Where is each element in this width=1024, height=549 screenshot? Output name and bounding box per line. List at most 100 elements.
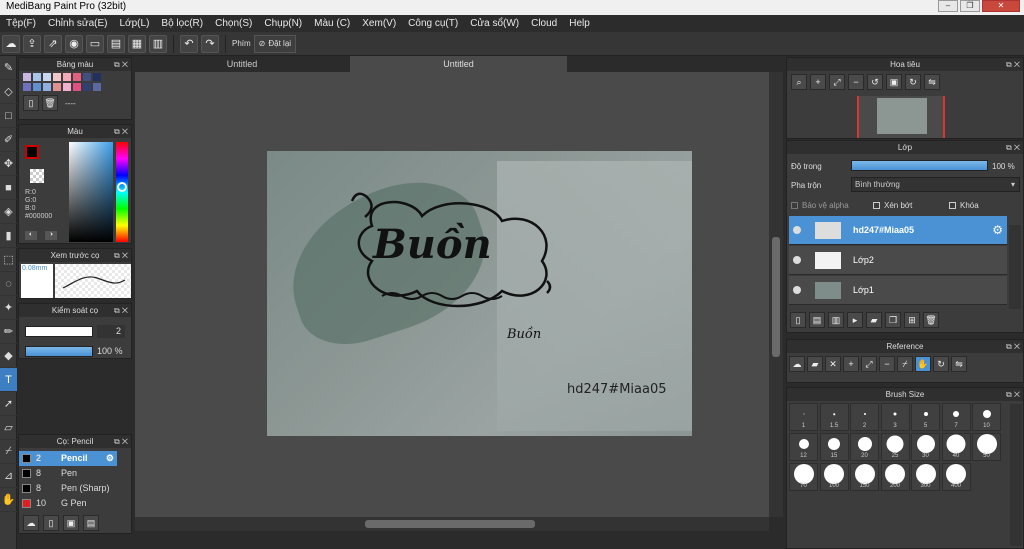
text-tool-icon[interactable]: T [0, 368, 17, 392]
fill-rect-tool-icon[interactable]: ■ [0, 176, 17, 200]
lock-checkbox[interactable] [949, 202, 956, 209]
hue-slider[interactable] [116, 142, 128, 242]
palette-swatch[interactable] [43, 73, 51, 81]
vertical-scroll-thumb[interactable] [772, 237, 780, 357]
palette-swatch[interactable] [33, 73, 41, 81]
protect-alpha-option[interactable]: Bảo vệ alpha [791, 201, 849, 210]
saturation-field[interactable] [69, 142, 113, 242]
new-folder-icon[interactable]: ▰ [866, 312, 882, 328]
brush-settings-icon[interactable]: ▤ [83, 515, 99, 531]
minimize-button[interactable]: – [938, 0, 958, 12]
palette-swatch[interactable] [63, 83, 71, 91]
zoom-out-icon[interactable]: − [879, 356, 895, 372]
menu-capture[interactable]: Chụp(N) [258, 18, 308, 29]
brush-item[interactable]: 2 Pencil ⚙ [19, 451, 117, 466]
brush-size-preset[interactable]: 2 [850, 403, 879, 431]
eyedropper-tool-icon[interactable]: ⌿ [0, 440, 17, 464]
gear-icon[interactable]: ⚙ [106, 451, 114, 466]
menu-window[interactable]: Cửa sổ(W) [464, 18, 525, 29]
menu-layer[interactable]: Lớp(L) [114, 18, 156, 29]
operation-tool-icon[interactable]: ➚ [0, 392, 17, 416]
fit-icon[interactable]: ⤢ [829, 74, 845, 90]
protect-alpha-checkbox[interactable] [791, 202, 798, 209]
panel-close-icon[interactable]: ⧉ ✕ [114, 125, 128, 138]
brush-size-preset[interactable]: 200 [880, 463, 910, 491]
hand-icon[interactable]: ✋ [915, 356, 931, 372]
cloud-reference-icon[interactable]: ☁ [789, 356, 805, 372]
undo-icon[interactable]: ↶ [180, 34, 198, 53]
layer-row[interactable]: Lớp2 [789, 246, 1007, 275]
zoom-out-icon[interactable]: − [848, 74, 864, 90]
move-tool-icon[interactable]: ✥ [0, 152, 17, 176]
palette-swatch[interactable] [23, 83, 31, 91]
brush-size-preset[interactable]: 100 [819, 463, 849, 491]
palette-swatch[interactable] [93, 83, 101, 91]
lasso-tool-icon[interactable]: ◌ [0, 272, 17, 296]
close-button[interactable]: ✕ [982, 0, 1020, 12]
new-swatch-icon[interactable]: ▯ [23, 95, 39, 111]
comment-icon[interactable]: ▭ [86, 34, 104, 53]
panel-close-icon[interactable]: ⧉ ✕ [114, 435, 128, 448]
menu-edit[interactable]: Chỉnh sửa(E) [42, 18, 114, 29]
rotate-left-icon[interactable]: ↺ [867, 74, 883, 90]
hand-tool-icon[interactable]: ✋ [0, 488, 17, 512]
brush-size-preset[interactable]: 3 [880, 403, 910, 431]
brush-size-value[interactable]: 2 [97, 325, 125, 338]
merge-layer-icon[interactable]: ⊞ [904, 312, 920, 328]
palette-swatch[interactable] [83, 83, 91, 91]
panel-close-icon[interactable]: ⧉ ✕ [114, 304, 128, 317]
menu-file[interactable]: Tệp(F) [0, 18, 42, 29]
navigator-viewport[interactable] [857, 96, 945, 138]
palette-swatch[interactable] [53, 83, 61, 91]
lock-option[interactable]: Khóa [949, 201, 979, 210]
chat-icon[interactable]: ◉ [65, 34, 83, 53]
eraser-tool-icon[interactable]: ◇ [0, 80, 17, 104]
add-brush-icon[interactable]: ▣ [63, 515, 79, 531]
palette-swatch[interactable] [33, 83, 41, 91]
brush-size-preset[interactable]: 70 [789, 463, 818, 491]
maximize-button[interactable]: ❐ [960, 0, 980, 12]
palette-swatch[interactable] [53, 73, 61, 81]
background-color-swatch[interactable] [30, 169, 44, 183]
brush-size-scrollbar[interactable] [1010, 404, 1022, 546]
hue-handle[interactable] [117, 182, 127, 192]
menu-color[interactable]: Màu (C) [308, 18, 356, 29]
brush-item[interactable]: 10 G Pen [19, 496, 117, 511]
delete-layer-icon[interactable]: 🗑 [923, 312, 939, 328]
panel-close-icon[interactable]: ⧉ ✕ [1006, 388, 1020, 401]
menu-help[interactable]: Help [563, 18, 596, 29]
layer-opacity-slider[interactable] [851, 160, 988, 171]
brush-size-preset[interactable]: 1 [789, 403, 818, 431]
tab-untitled-1[interactable]: Untitled [135, 56, 349, 72]
layer-row[interactable]: hd247#Miaa05 ⚙ [789, 216, 1007, 245]
delete-swatch-icon[interactable]: 🗑 [42, 95, 58, 111]
select-eraser-tool-icon[interactable]: ◆ [0, 344, 17, 368]
brush-size-preset[interactable]: 50 [972, 433, 1001, 461]
brush-item[interactable]: 8 Pen (Sharp) [19, 481, 117, 496]
layer-row[interactable]: Lớp1 [789, 276, 1007, 305]
brush-size-preset[interactable]: 12 [789, 433, 818, 461]
artboard[interactable]: Buồn Buồn hd247#Miaa05 [267, 151, 692, 436]
fit-icon[interactable]: ⤢ [861, 356, 877, 372]
horizontal-scrollbar[interactable] [135, 517, 769, 531]
reset-view-icon[interactable]: ▣ [886, 74, 902, 90]
document-icon[interactable]: ▤ [107, 34, 125, 53]
bucket-tool-icon[interactable]: ◈ [0, 200, 17, 224]
tab-untitled-2[interactable]: Untitled [350, 56, 567, 72]
clip-checkbox[interactable] [873, 202, 880, 209]
duplicate-layer-icon[interactable]: ❐ [885, 312, 901, 328]
menu-select[interactable]: Chọn(S) [209, 18, 258, 29]
flip-icon[interactable]: ⇋ [951, 356, 967, 372]
brush-opacity-slider[interactable] [25, 346, 93, 357]
palette-swatch[interactable] [73, 73, 81, 81]
panel-close-icon[interactable]: ⧉ ✕ [1006, 58, 1020, 71]
brush-size-preset[interactable]: 15 [819, 433, 849, 461]
rectangle-tool-icon[interactable]: □ [0, 104, 17, 128]
table-icon[interactable]: ▥ [149, 34, 167, 53]
menu-tools[interactable]: Công cụ(T) [402, 18, 464, 29]
zoom-in-icon[interactable]: + [843, 356, 859, 372]
visibility-icon[interactable] [793, 256, 801, 264]
color-picker-icon[interactable]: ◑ [45, 231, 57, 240]
blend-mode-select[interactable]: Bình thường ▾ [851, 177, 1020, 192]
brush-size-preset[interactable]: 30 [911, 433, 940, 461]
